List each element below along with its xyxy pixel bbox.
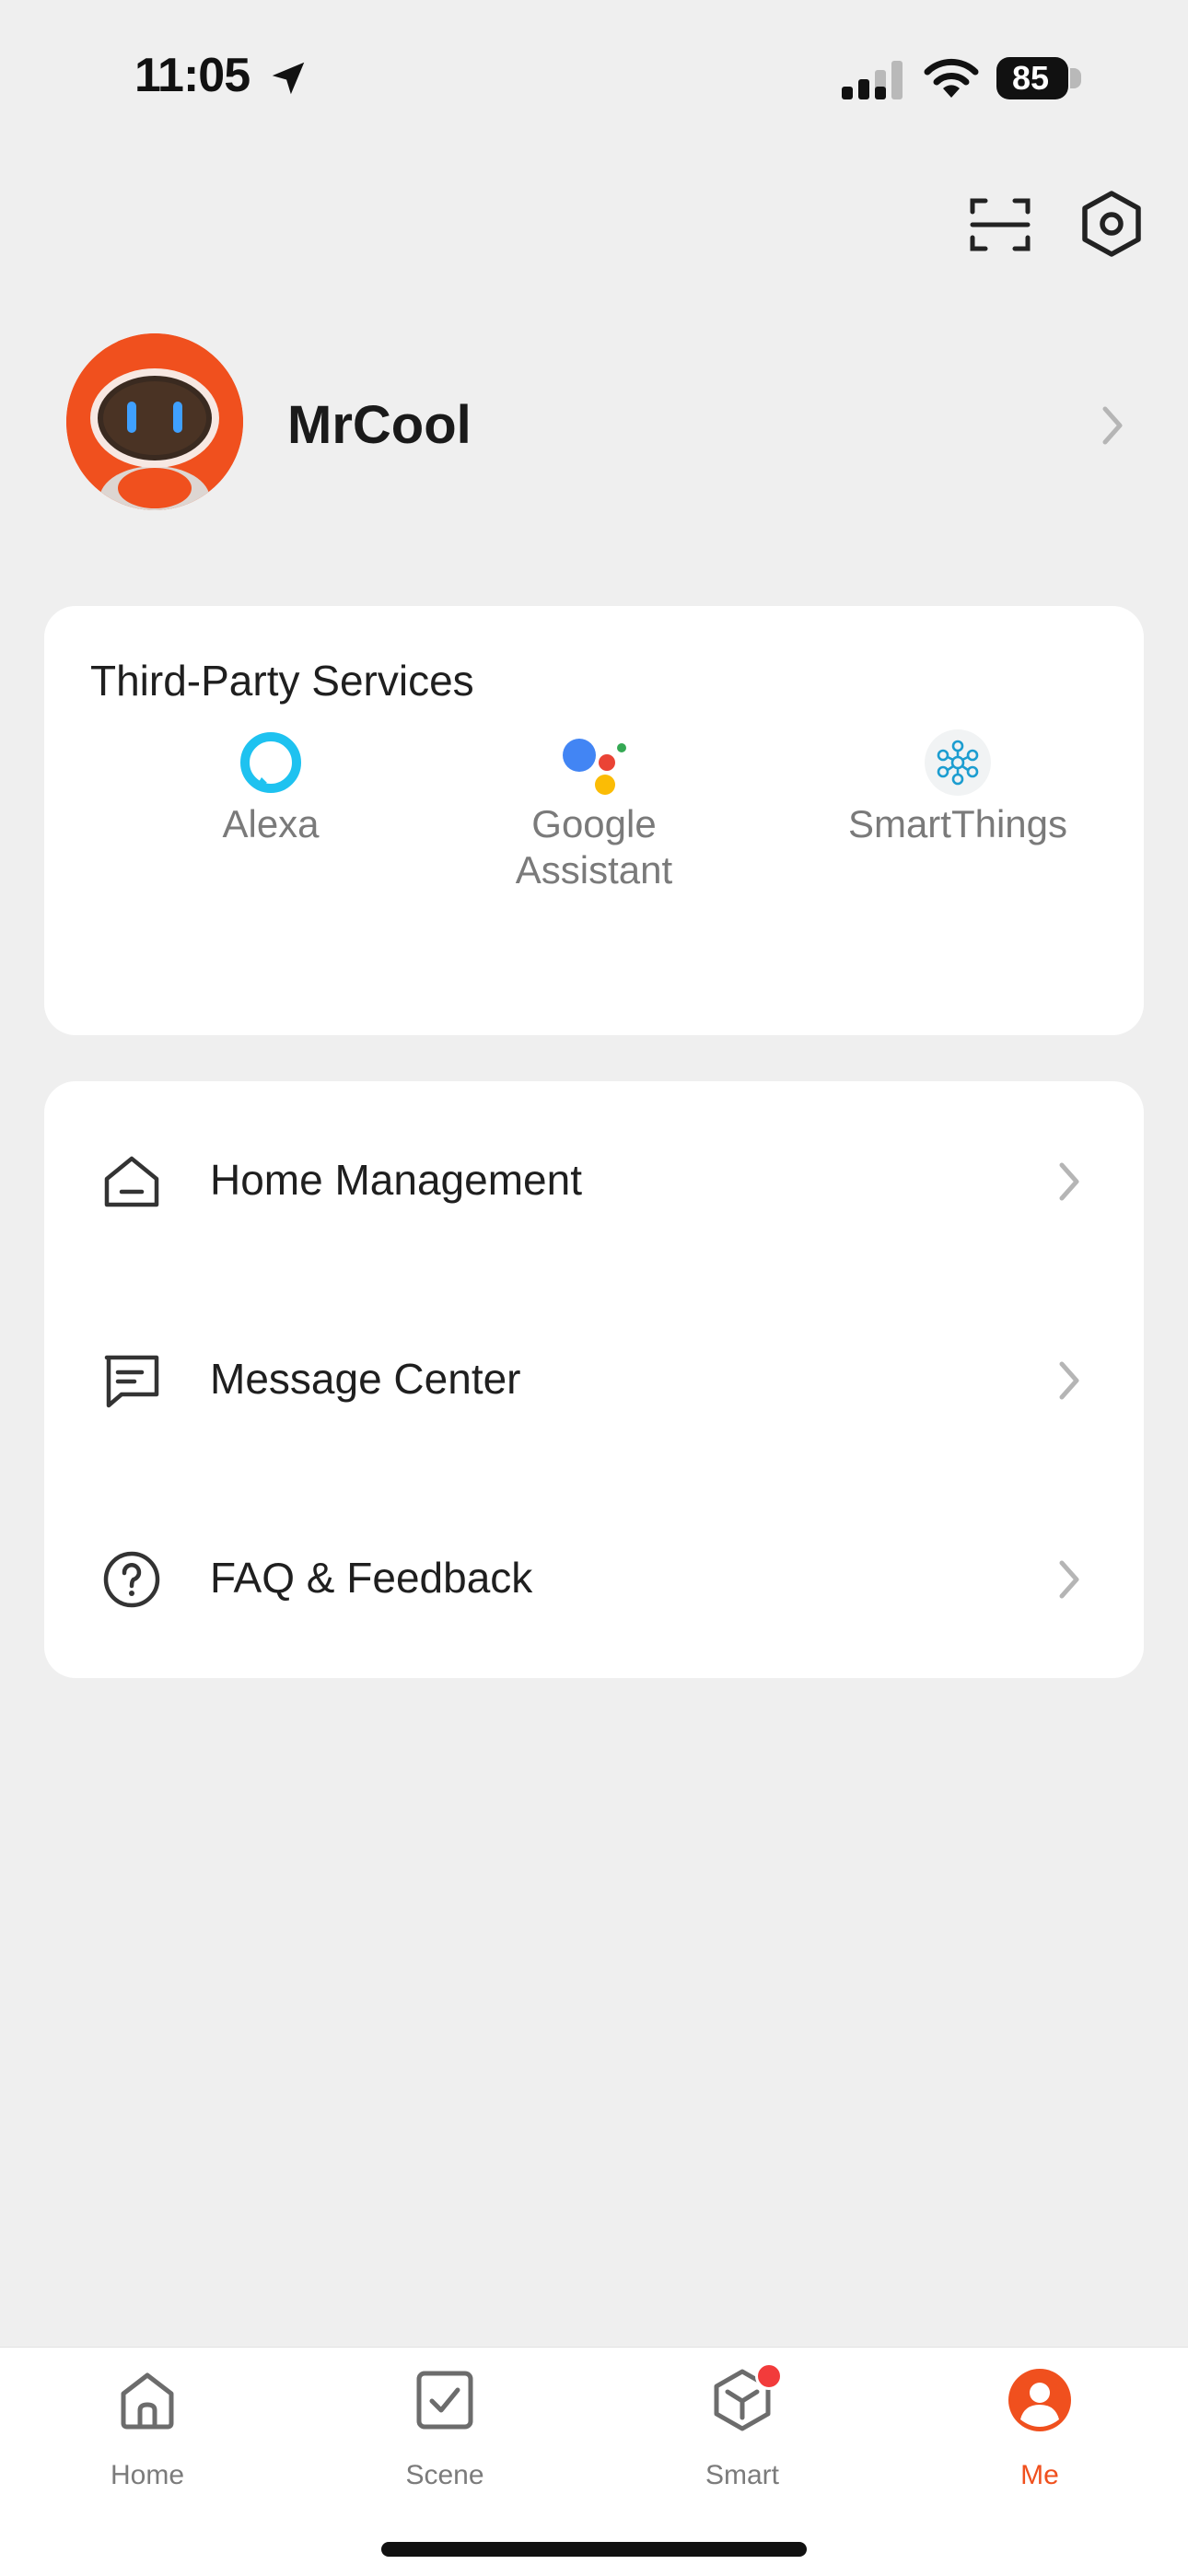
- tab-home[interactable]: Home: [55, 2368, 239, 2506]
- menu-item-label: FAQ & Feedback: [210, 1554, 533, 1602]
- wifi-icon: [924, 58, 979, 98]
- menu-item-faq-feedback[interactable]: FAQ & Feedback: [44, 1479, 1144, 1678]
- notification-badge: [755, 2362, 783, 2390]
- tab-label: Me: [1020, 2460, 1059, 2490]
- gear-icon: [1082, 191, 1141, 257]
- chevron-right-icon: [1102, 406, 1123, 445]
- third-party-services-card: Third-Party Services Alexa Google Assist…: [44, 606, 1144, 1035]
- menu-card: Home Management Message Center FAQ & Fee…: [44, 1081, 1144, 1678]
- tab-label: Scene: [405, 2460, 484, 2490]
- service-label: Google Assistant: [515, 802, 673, 892]
- tab-label: Home: [110, 2460, 185, 2490]
- smartthings-icon: [925, 729, 991, 796]
- battery-body: 85: [996, 57, 1068, 99]
- house-icon: [104, 1156, 159, 1207]
- home-indicator: [381, 2542, 807, 2557]
- profile-name: MrCool: [287, 395, 472, 455]
- scan-icon: [970, 198, 1031, 251]
- settings-button[interactable]: [1079, 190, 1144, 258]
- tab-scene[interactable]: Scene: [353, 2368, 537, 2506]
- menu-item-message-center[interactable]: Message Center: [44, 1280, 1144, 1479]
- menu-item-home-management[interactable]: Home Management: [44, 1081, 1144, 1280]
- question-icon: [103, 1551, 160, 1608]
- home-icon: [121, 2372, 174, 2430]
- chevron-right-icon: [1059, 1560, 1079, 1599]
- service-alexa[interactable]: Alexa: [114, 732, 427, 847]
- tab-me[interactable]: Me: [948, 2368, 1132, 2506]
- tab-label: Smart: [705, 2460, 779, 2490]
- alexa-icon: [240, 732, 301, 793]
- google-assistant-icon: [563, 739, 626, 795]
- status-time: 11:05: [134, 49, 250, 102]
- tab-smart[interactable]: Smart: [650, 2362, 834, 2506]
- battery-tip: [1070, 68, 1081, 88]
- message-icon: [104, 1355, 159, 1408]
- avatar: [66, 333, 243, 510]
- menu-item-label: Message Center: [210, 1355, 521, 1403]
- chevron-right-icon: [1059, 1361, 1079, 1400]
- battery-indicator: 85: [996, 57, 1081, 99]
- scan-button[interactable]: [969, 195, 1031, 254]
- location-arrow-icon: [272, 62, 305, 95]
- scene-check-icon: [416, 2371, 473, 2430]
- service-label: Alexa: [222, 802, 320, 845]
- service-google-assistant[interactable]: Google Assistant: [437, 739, 751, 893]
- person-icon: [1008, 2369, 1071, 2431]
- services-title: Third-Party Services: [90, 657, 474, 705]
- chevron-right-icon: [1059, 1162, 1079, 1201]
- service-label: SmartThings: [847, 802, 1068, 845]
- menu-item-label: Home Management: [210, 1156, 582, 1204]
- robot-avatar-icon: [66, 333, 243, 510]
- service-smartthings[interactable]: SmartThings: [801, 729, 1114, 847]
- cellular-signal-icon: [842, 61, 903, 99]
- battery-level: 85: [1011, 59, 1050, 97]
